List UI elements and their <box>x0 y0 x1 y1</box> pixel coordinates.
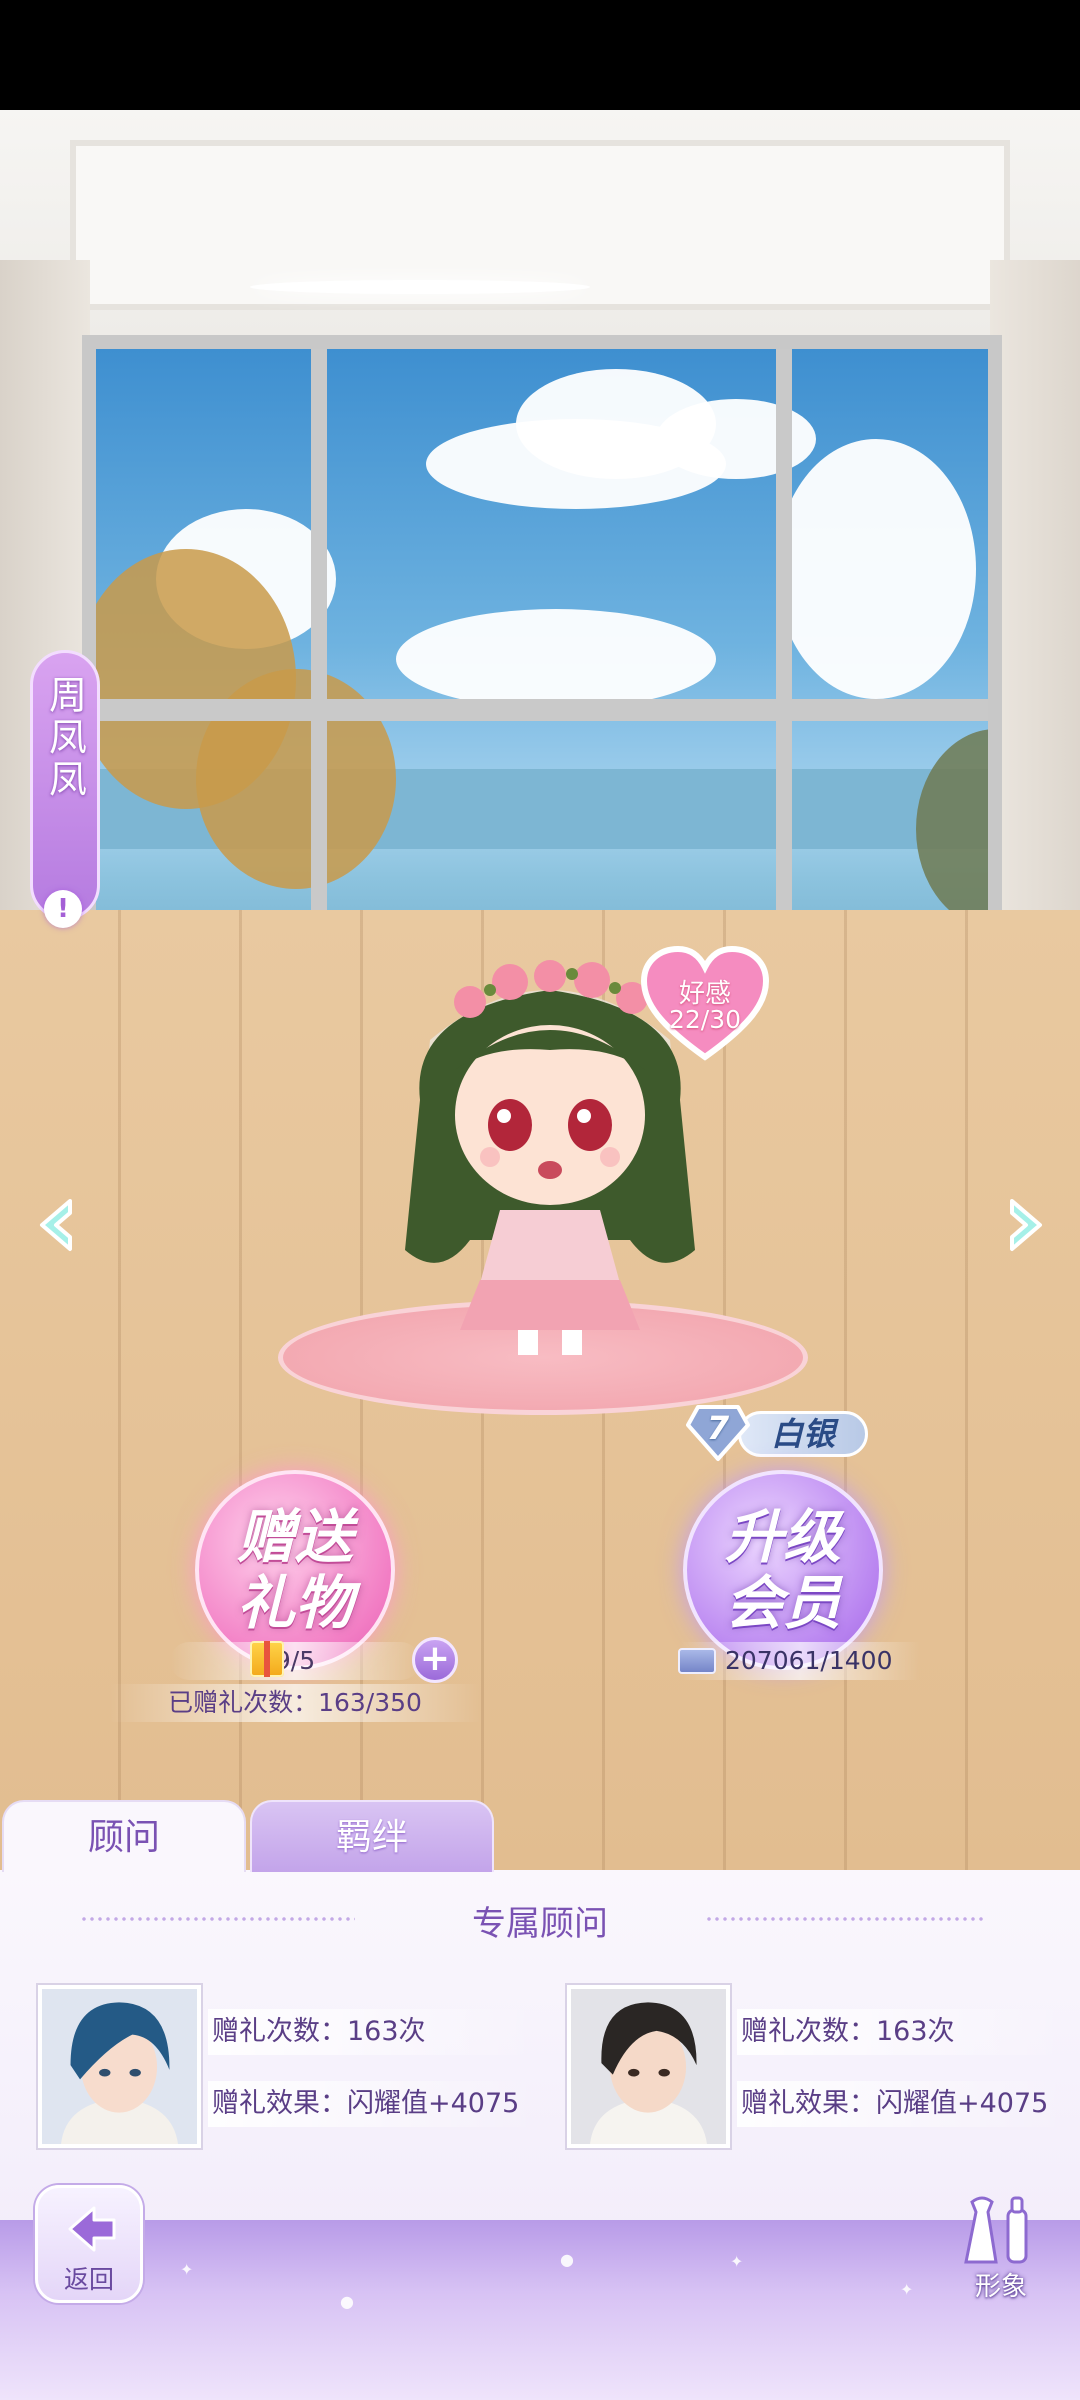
affection-value: 22/30 <box>668 1005 742 1034</box>
vip-button-line2: 会员 <box>724 1569 841 1637</box>
affection-heart: 好感 22/30 <box>640 945 770 1065</box>
sparkle: ✦ <box>900 2280 914 2299</box>
advisor-gift-effect: 赠礼效果：闪耀值+4075 <box>737 2081 1067 2127</box>
add-gift-button[interactable]: + <box>412 1637 458 1683</box>
info-icon[interactable]: ! <box>44 890 82 928</box>
gift-total-count: 已赠礼次数：163/350 <box>110 1684 480 1722</box>
sparkle: ● <box>340 2292 354 2311</box>
tab-advisor[interactable]: 顾问 <box>2 1800 246 1872</box>
cloud <box>396 609 716 709</box>
back-arrow-icon <box>68 2206 116 2252</box>
previous-arrow-icon[interactable] <box>32 1195 82 1255</box>
sparkle: ✦ <box>180 2260 194 2279</box>
vip-progress: 207061/1400 <box>680 1642 920 1680</box>
tab-bond[interactable]: 羁绊 <box>250 1800 494 1872</box>
vip-rank-name: 白银 <box>738 1411 868 1457</box>
divider-left <box>80 1917 355 1921</box>
gift-item-count: 9/5 <box>170 1642 420 1680</box>
section-title: 专属顾问 <box>472 1904 608 1944</box>
advisor-card[interactable]: 赠礼次数：163次 赠礼效果：闪耀值+4075 <box>567 1985 1080 2150</box>
vip-button-line1: 升级 <box>724 1503 841 1571</box>
back-label: 返回 <box>63 2265 114 2294</box>
send-gift-button[interactable]: 赠送 礼物 <box>195 1470 395 1670</box>
sparkle: ✦ <box>730 2252 744 2271</box>
vip-rank-level: 7 <box>706 1409 730 1447</box>
back-button[interactable]: 返回 <box>35 2185 143 2303</box>
gift-box-icon <box>250 1641 284 1677</box>
upgrade-vip-button[interactable]: 升级 会员 <box>683 1470 883 1670</box>
ceiling <box>0 110 1080 340</box>
cloud <box>656 399 816 479</box>
appearance-button[interactable]: 形象 <box>946 2192 1056 2304</box>
advisor-portrait[interactable] <box>567 1985 730 2148</box>
cloud <box>776 439 976 699</box>
advisor-gift-count: 赠礼次数：163次 <box>737 2009 1067 2055</box>
ceiling-light <box>250 280 590 294</box>
divider-right <box>705 1917 985 1921</box>
gift-button-line1: 赠送 <box>236 1503 353 1571</box>
advisor-gift-effect: 赠礼效果：闪耀值+4075 <box>208 2081 538 2127</box>
outfit-icon <box>964 2196 1028 2264</box>
next-arrow-icon[interactable] <box>1000 1195 1050 1255</box>
character-name: 周凤凤 <box>42 675 87 801</box>
advisor-gift-count: 赠礼次数：163次 <box>208 2009 538 2055</box>
advisor-portrait[interactable] <box>38 1985 201 2148</box>
advisor-card[interactable]: 赠礼次数：163次 赠礼效果：闪耀值+4075 <box>38 1985 558 2150</box>
sparkle: ● <box>560 2250 574 2269</box>
window-transom <box>96 699 988 721</box>
appearance-label: 形象 <box>974 2272 1027 2302</box>
bottom-bar: ✦ ● ✦ ● ✦ <box>0 2220 1080 2400</box>
vip-card-icon <box>678 1648 716 1674</box>
tree <box>916 729 988 929</box>
character-name-tag[interactable]: 周凤凤 <box>30 650 100 920</box>
gift-button-line2: 礼物 <box>236 1569 353 1637</box>
vip-rank-badge: 白银 7 <box>686 1403 872 1463</box>
status-bar <box>0 0 1080 110</box>
